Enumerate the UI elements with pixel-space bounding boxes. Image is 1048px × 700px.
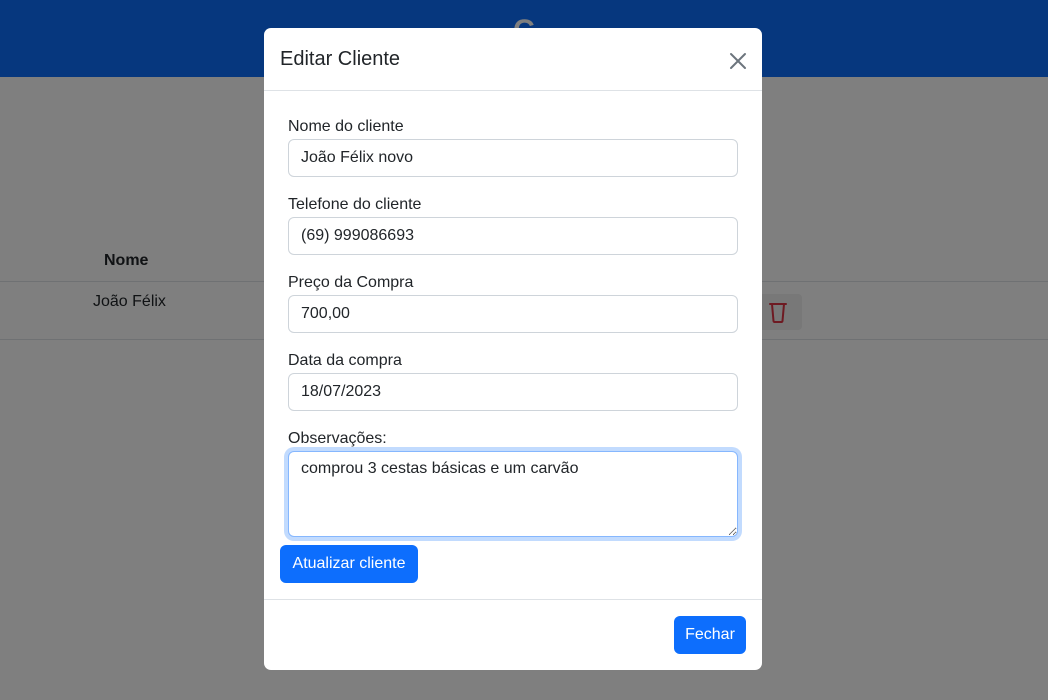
telefone-input[interactable] bbox=[288, 217, 738, 255]
data-label: Data da compra bbox=[288, 352, 402, 369]
close-button[interactable] bbox=[726, 49, 750, 73]
observacoes-textarea[interactable]: comprou 3 cestas básicas e um carvão bbox=[288, 451, 738, 537]
update-client-button[interactable]: Atualizar cliente bbox=[280, 545, 418, 583]
edit-client-modal: Editar Cliente Nome do cliente Telefone … bbox=[264, 28, 762, 670]
preco-label: Preço da Compra bbox=[288, 274, 414, 291]
close-icon bbox=[730, 53, 746, 69]
nome-input[interactable] bbox=[288, 139, 738, 177]
data-input[interactable] bbox=[288, 373, 738, 411]
preco-input[interactable] bbox=[288, 295, 738, 333]
modal-title: Editar Cliente bbox=[280, 48, 401, 70]
nome-label: Nome do cliente bbox=[288, 118, 404, 135]
fechar-button[interactable]: Fechar bbox=[674, 616, 746, 654]
telefone-label: Telefone do cliente bbox=[288, 196, 422, 213]
modal-footer: Fechar bbox=[264, 599, 762, 671]
observacoes-label: Observações: bbox=[288, 430, 387, 447]
modal-header: Editar Cliente bbox=[264, 28, 762, 91]
